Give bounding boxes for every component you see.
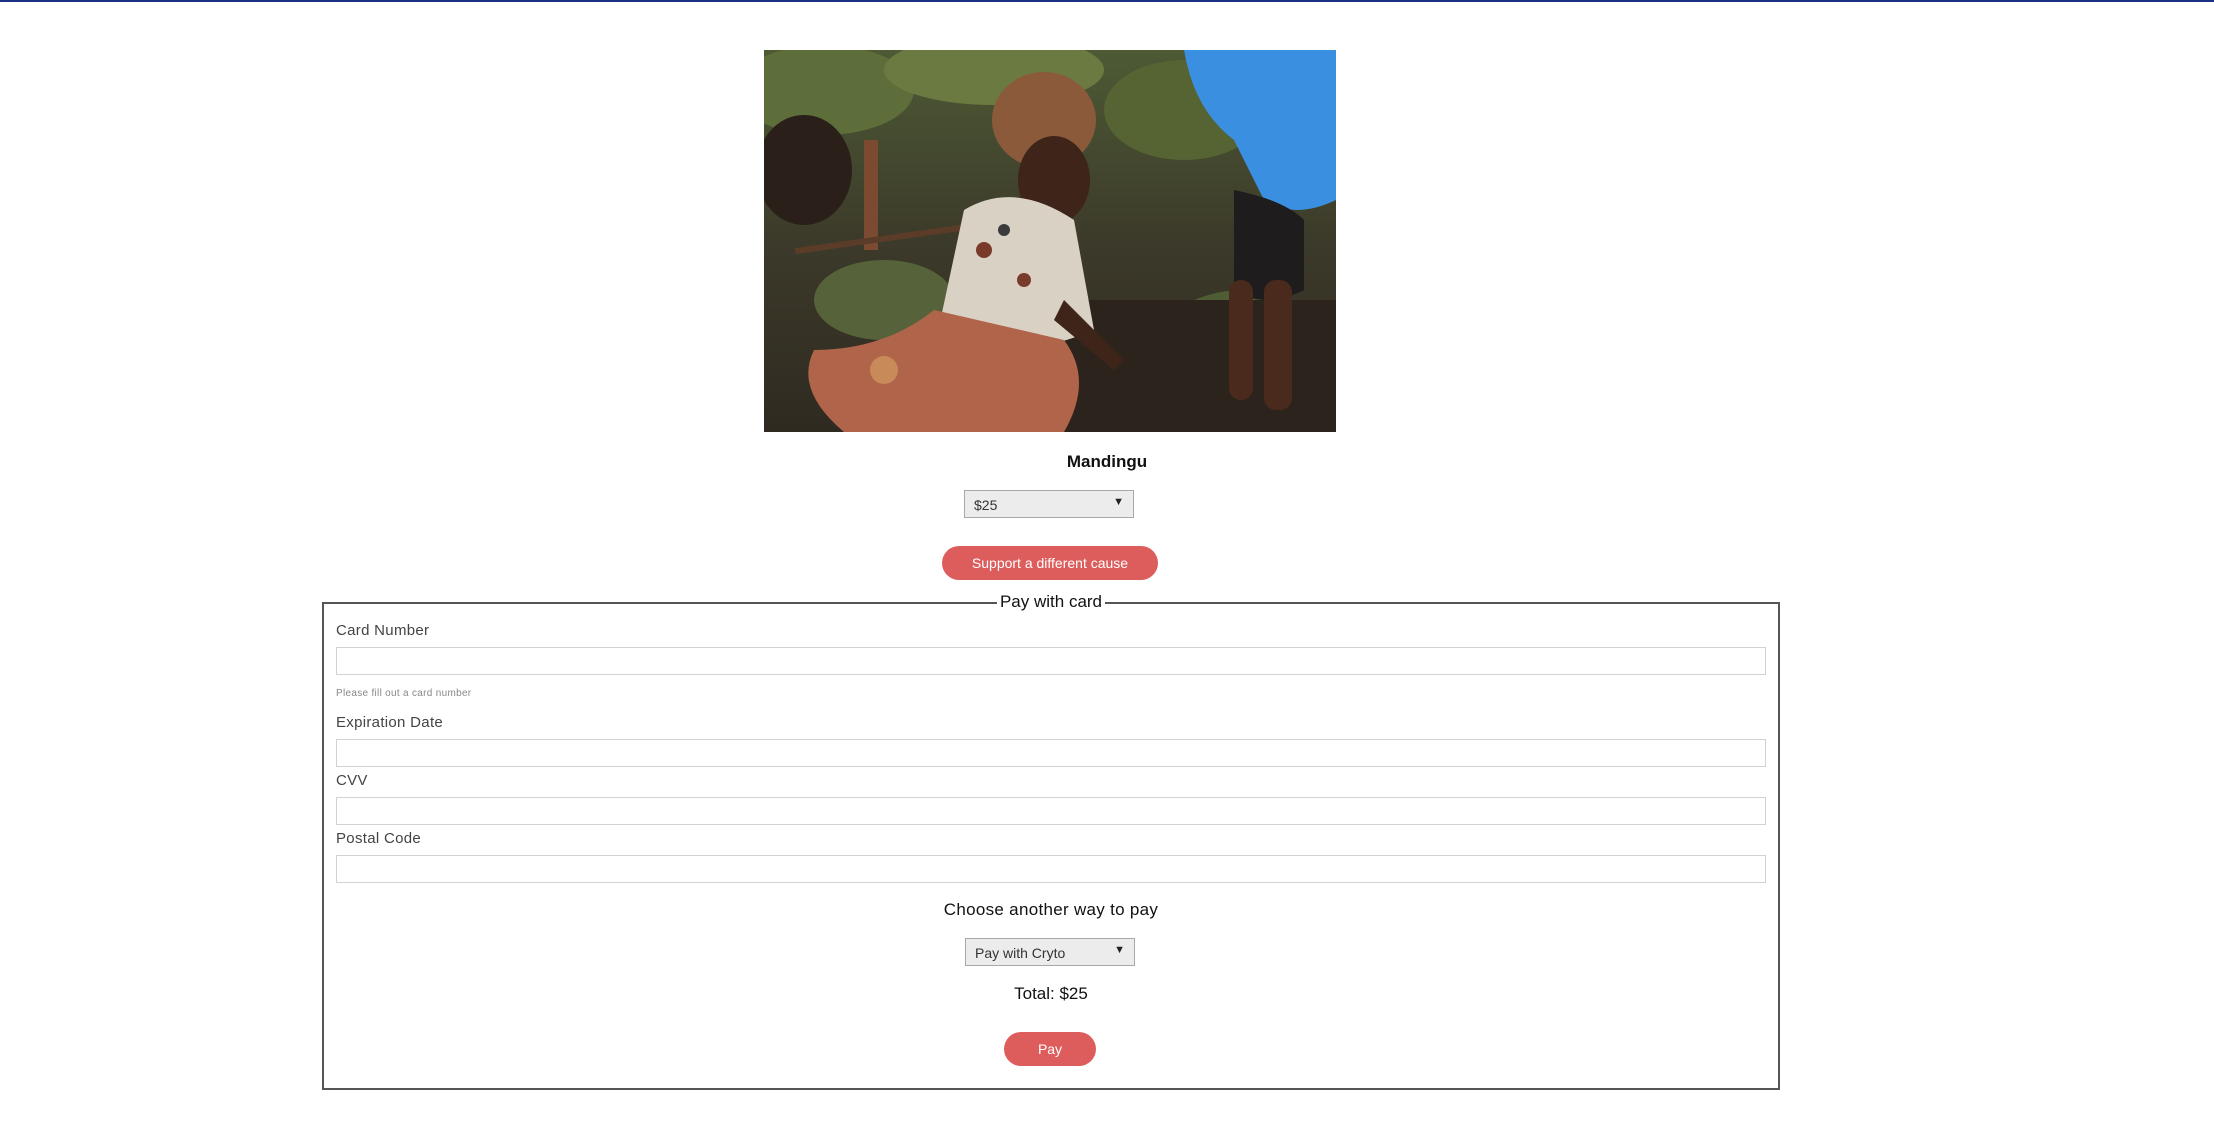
pay-button[interactable]: Pay xyxy=(1004,1032,1096,1066)
pay-with-card-fieldset: Pay with card Card Number Please fill ou… xyxy=(322,592,1780,1090)
amount-select-value: $25 xyxy=(974,497,998,513)
expiration-date-label: Expiration Date xyxy=(336,714,444,731)
cause-name: Mandingu xyxy=(1066,452,1148,471)
pay-with-card-legend: Pay with card xyxy=(324,592,1778,612)
cause-photo xyxy=(764,50,1336,432)
card-number-label: Card Number xyxy=(336,622,430,639)
legend-text: Pay with card xyxy=(996,592,1106,611)
card-number-hint: Please fill out a card number xyxy=(336,688,472,699)
total-amount: Total: $25 xyxy=(1014,984,1088,1003)
postal-code-label: Postal Code xyxy=(336,830,422,847)
support-different-cause-button[interactable]: Support a different cause xyxy=(942,546,1158,580)
alt-pay-select[interactable]: Pay with Cryto ▼ xyxy=(965,938,1135,966)
top-rule xyxy=(0,0,2214,2)
cvv-label: CVV xyxy=(336,772,368,789)
alt-pay-title: Choose another way to pay xyxy=(943,900,1159,919)
chevron-down-icon: ▼ xyxy=(1113,496,1124,508)
expiration-date-input[interactable] xyxy=(336,739,1766,767)
alt-pay-select-value: Pay with Cryto xyxy=(975,945,1066,961)
card-number-input[interactable] xyxy=(336,647,1766,675)
postal-code-input[interactable] xyxy=(336,855,1766,883)
amount-select[interactable]: $25 ▼ xyxy=(964,490,1134,518)
cvv-input[interactable] xyxy=(336,797,1766,825)
chevron-down-icon: ▼ xyxy=(1114,944,1125,956)
